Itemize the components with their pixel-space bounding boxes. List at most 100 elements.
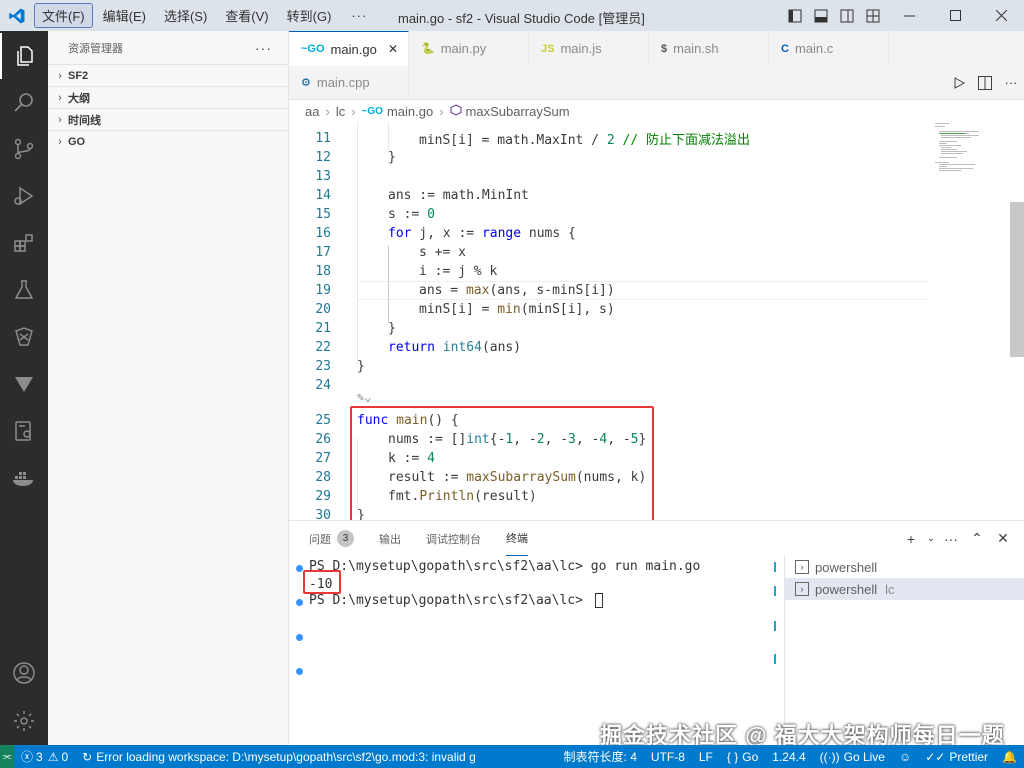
go-version-status[interactable]: 1.24.4 — [765, 745, 812, 768]
tab-output[interactable]: 输出 — [379, 521, 401, 556]
code-line[interactable]: 17 s += x — [289, 243, 929, 262]
eol-status[interactable]: LF — [692, 745, 720, 768]
testing-icon[interactable] — [0, 267, 48, 313]
sidebar-section-outline[interactable]: › 大纲 — [48, 86, 288, 108]
terminal-list-item[interactable]: › powershell lc — [785, 578, 1024, 600]
breadcrumb-item[interactable]: main.go — [387, 104, 433, 119]
editor-tabs-row-1: ~GO main.go ✕ 🐍 main.py JS main.js $ mai… — [289, 31, 1024, 66]
copilot-icon[interactable]: ☺ — [892, 745, 918, 768]
chevron-right-icon: › — [58, 113, 62, 126]
account-icon[interactable] — [0, 650, 48, 696]
explorer-icon[interactable] — [0, 33, 48, 79]
breadcrumb: aa › lc › ~GO main.go › maxSubarraySum — [289, 100, 1024, 122]
python-file-icon: 🐍 — [421, 43, 435, 55]
filter-icon[interactable] — [0, 361, 48, 407]
tab-main-go[interactable]: ~GO main.go ✕ — [289, 31, 409, 66]
split-editor-icon[interactable] — [972, 66, 998, 100]
code-line[interactable]: 18 i := j % k — [289, 262, 929, 281]
remote-indicator-icon[interactable]: ⫘ — [0, 745, 14, 768]
scrollbar-thumb[interactable] — [1010, 202, 1024, 357]
tab-main-sh[interactable]: $ main.sh — [649, 31, 769, 66]
cpp-file-icon: ⚙ — [301, 77, 311, 89]
code-line[interactable]: 11 minS[i] = math.MaxInt / 2 // 防止下面减法溢出 — [289, 129, 929, 148]
new-terminal-icon[interactable]: + — [898, 531, 924, 547]
lightbulb-icon[interactable]: ✎⌄ — [357, 390, 371, 404]
sidebar-title: 资源管理器 — [68, 42, 123, 55]
code-line[interactable]: 15 s := 0 — [289, 205, 929, 224]
prettier-status[interactable]: ✓✓ Prettier — [918, 745, 995, 768]
minimize-button[interactable] — [886, 0, 932, 31]
toggle-panel-icon[interactable] — [808, 0, 834, 31]
sidebar-section-go[interactable]: › GO — [48, 130, 288, 152]
workspace-status[interactable]: ↻ Error loading workspace: D:\mysetup\go… — [75, 745, 483, 768]
language-status[interactable]: { } Go — [720, 745, 765, 768]
code-line[interactable]: 23} — [289, 357, 929, 376]
encoding-status[interactable]: UTF-8 — [644, 745, 692, 768]
line-number: 12 — [315, 150, 331, 165]
line-number: 16 — [315, 226, 331, 241]
go-live-status[interactable]: ((·)) Go Live — [813, 745, 892, 768]
run-file-icon[interactable] — [946, 66, 972, 100]
more-actions-icon[interactable]: ··· — [938, 531, 964, 547]
close-window-button[interactable] — [978, 0, 1024, 31]
terminal-list-item[interactable]: › powershell — [785, 556, 1024, 578]
menu-selection[interactable]: 选择(S) — [156, 3, 215, 28]
code-line[interactable]: 20 minS[i] = min(minS[i], s) — [289, 300, 929, 319]
more-actions-icon[interactable]: ··· — [998, 66, 1024, 100]
docker-icon[interactable] — [0, 455, 48, 501]
go-extension-icon[interactable] — [0, 314, 48, 360]
breadcrumb-item[interactable]: lc — [336, 104, 345, 119]
close-icon[interactable]: ✕ — [388, 42, 398, 56]
close-panel-icon[interactable]: ✕ — [990, 530, 1016, 547]
toggle-primary-sidebar-icon[interactable] — [782, 0, 808, 31]
tab-size-status[interactable]: 制表符长度: 4 — [557, 745, 644, 768]
code-text: } — [388, 150, 396, 165]
highlight-box-output — [303, 570, 341, 594]
code-line[interactable]: 24 — [289, 376, 929, 395]
sidebar-more-button[interactable]: ··· — [255, 40, 272, 56]
tab-main-js[interactable]: JS main.js — [529, 31, 649, 66]
maximize-button[interactable] — [932, 0, 978, 31]
extensions-icon[interactable] — [0, 220, 48, 266]
notifications-bell-icon[interactable]: 🔔 — [995, 745, 1024, 768]
code-line[interactable]: 21} — [289, 319, 929, 338]
menu-more-button[interactable]: ··· — [341, 8, 377, 23]
menu-edit[interactable]: 编辑(E) — [95, 3, 154, 28]
sidebar-section-timeline[interactable]: › 时间线 — [48, 108, 288, 130]
tab-debug-console[interactable]: 调试控制台 — [426, 521, 481, 556]
code-line[interactable]: 12} — [289, 148, 929, 167]
sidebar-section-sf2[interactable]: › SF2 — [48, 64, 288, 86]
tab-main-c[interactable]: C main.c — [769, 31, 889, 66]
chevron-down-icon[interactable]: ⌄ — [924, 533, 938, 544]
breadcrumb-item[interactable]: aa — [305, 104, 319, 119]
problems-status[interactable]: ⓧ 3 ⚠ 0 — [14, 745, 75, 768]
code-line[interactable]: 19 ans = max(ans, s-minS[i]) — [289, 281, 929, 300]
tab-main-cpp[interactable]: ⚙ main.cpp — [289, 66, 409, 99]
activity-bar — [0, 31, 48, 745]
code-line[interactable]: 14 ans := math.MinInt — [289, 186, 929, 205]
breadcrumb-item[interactable]: maxSubarraySum — [466, 104, 570, 119]
maximize-panel-icon[interactable]: ⌃ — [964, 530, 990, 547]
menu-go[interactable]: 转到(G) — [279, 3, 340, 28]
editor-scrollbar[interactable] — [1010, 122, 1024, 520]
line-number: 14 — [315, 188, 331, 203]
search-icon[interactable] — [0, 79, 48, 125]
tab-main-py[interactable]: 🐍 main.py — [409, 31, 529, 66]
tab-terminal[interactable]: 终端 — [506, 521, 528, 556]
remote-explorer-icon[interactable] — [0, 408, 48, 454]
run-debug-icon[interactable] — [0, 173, 48, 219]
settings-gear-icon[interactable] — [0, 698, 48, 744]
code-line[interactable]: 16 for j, x := range nums { — [289, 224, 929, 243]
menu-file[interactable]: 文件(F) — [34, 3, 93, 28]
menu-view[interactable]: 查看(V) — [217, 3, 276, 28]
minimap[interactable] — [929, 122, 1009, 182]
customize-layout-icon[interactable] — [860, 0, 886, 31]
code-editor[interactable]: 11 minS[i] = math.MaxInt / 2 // 防止下面减法溢出 1… — [289, 122, 1024, 520]
broadcast-icon: ((·)) — [819, 749, 840, 764]
toggle-secondary-sidebar-icon[interactable] — [834, 0, 860, 31]
tab-problems[interactable]: 问题 3 — [309, 521, 354, 556]
vscode-logo-icon — [0, 0, 34, 31]
code-line[interactable]: 22 return int64(ans) — [289, 338, 929, 357]
source-control-icon[interactable] — [0, 126, 48, 172]
code-line[interactable]: 13 — [289, 167, 929, 186]
